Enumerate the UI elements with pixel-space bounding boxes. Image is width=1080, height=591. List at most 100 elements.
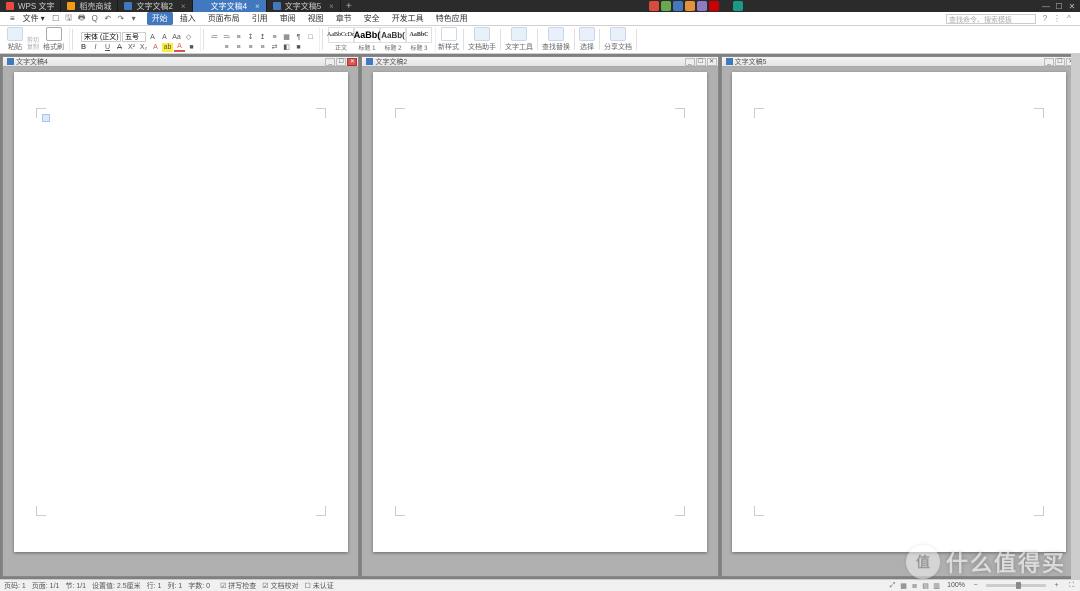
qat-new[interactable]: ☐ bbox=[51, 14, 61, 24]
align-left-button[interactable]: ≡ bbox=[221, 43, 232, 52]
italic-button[interactable]: I bbox=[90, 43, 101, 52]
options-icon[interactable]: ⋮ bbox=[1052, 14, 1062, 24]
ribbon-tab[interactable]: 开发工具 bbox=[387, 12, 429, 25]
view-web-button[interactable]: ▤ bbox=[921, 581, 930, 590]
child-min-button[interactable]: _ bbox=[685, 58, 695, 66]
help-icon[interactable]: ? bbox=[1040, 14, 1050, 24]
cut-button[interactable]: 剪切 bbox=[27, 38, 39, 45]
status-item[interactable]: 设置值: 2.5厘米 bbox=[92, 581, 141, 591]
borders-button[interactable]: ▦ bbox=[281, 33, 292, 42]
page-canvas[interactable] bbox=[362, 67, 717, 576]
share-doc-button[interactable]: 分享文档 bbox=[602, 27, 634, 52]
view-print-layout-button[interactable]: ▦ bbox=[899, 581, 908, 590]
qat-redo[interactable]: ↷ bbox=[116, 14, 126, 24]
qat-more[interactable]: ▾ bbox=[129, 14, 139, 24]
file-menu[interactable]: 文件 ▾ bbox=[19, 13, 49, 24]
document-page[interactable] bbox=[14, 72, 348, 552]
child-close-button[interactable]: ✕ bbox=[707, 58, 717, 66]
qat-print[interactable]: 🖶 bbox=[77, 14, 87, 24]
numbering-button[interactable]: ≕ bbox=[221, 33, 232, 42]
style-box[interactable]: AaBb( bbox=[354, 27, 380, 43]
underline-button[interactable]: U bbox=[102, 43, 113, 52]
multilevel-button[interactable]: ≡ bbox=[233, 33, 244, 42]
align-center-button[interactable]: ≡ bbox=[233, 43, 244, 52]
align-right-button[interactable]: ≡ bbox=[245, 43, 256, 52]
superscript-button[interactable]: X² bbox=[126, 43, 137, 52]
increase-indent-button[interactable]: ↥ bbox=[257, 33, 268, 42]
zoom-in-button[interactable]: + bbox=[1052, 581, 1061, 590]
collapse-ribbon-icon[interactable]: ^ bbox=[1064, 14, 1074, 24]
font-size-select[interactable]: 五号 bbox=[122, 32, 146, 42]
strike-button[interactable]: A bbox=[114, 43, 125, 52]
child-min-button[interactable]: _ bbox=[325, 58, 335, 66]
hamburger-icon[interactable]: ≡ bbox=[6, 14, 19, 23]
text-tools-button[interactable]: 文字工具 bbox=[503, 27, 535, 52]
subscript-button[interactable]: X₂ bbox=[138, 43, 149, 52]
child-title-bar[interactable]: 文字文稿5_☐✕ bbox=[722, 57, 1077, 67]
paste-button[interactable]: 粘贴 bbox=[5, 27, 25, 52]
status-item[interactable]: 列: 1 bbox=[167, 581, 182, 591]
text-effect-button[interactable]: A bbox=[150, 43, 161, 52]
view-reading-button[interactable]: ▥ bbox=[932, 581, 941, 590]
zoom-slider[interactable] bbox=[986, 584, 1046, 587]
child-title-bar[interactable]: 文字文稿4_☐✕ bbox=[3, 57, 358, 67]
document-tab[interactable]: 文字文稿4× bbox=[193, 0, 267, 12]
status-item[interactable]: 页码: 1 bbox=[4, 581, 26, 591]
bullets-button[interactable]: ≔ bbox=[209, 33, 220, 42]
ribbon-tab[interactable]: 章节 bbox=[331, 12, 357, 25]
tray2-icon[interactable] bbox=[733, 1, 743, 11]
window-minimize[interactable]: — bbox=[1040, 1, 1052, 11]
child-close-button[interactable]: ✕ bbox=[347, 58, 357, 66]
clear-format-button[interactable]: ◇ bbox=[183, 33, 194, 42]
grow-font-button[interactable]: A bbox=[147, 33, 158, 42]
status-toggle[interactable]: ☐ 未认证 bbox=[305, 581, 334, 591]
ribbon-tab[interactable]: 特色应用 bbox=[431, 12, 473, 25]
vertical-scrollbar[interactable] bbox=[1071, 54, 1080, 579]
document-tab[interactable]: 稻壳商城 bbox=[61, 0, 118, 12]
document-page[interactable] bbox=[373, 72, 707, 552]
decrease-indent-button[interactable]: ↧ bbox=[245, 33, 256, 42]
page-canvas[interactable] bbox=[3, 67, 358, 576]
status-item[interactable]: 字数: 0 bbox=[188, 581, 210, 591]
status-item[interactable]: 行: 1 bbox=[147, 581, 162, 591]
ribbon-tab[interactable]: 引用 bbox=[247, 12, 273, 25]
add-tab-button[interactable]: + bbox=[341, 0, 357, 12]
status-toggle[interactable]: ☑ 文档校对 bbox=[262, 581, 298, 591]
window-maximize[interactable]: ☐ bbox=[1053, 1, 1065, 11]
network-icon[interactable] bbox=[697, 1, 707, 11]
child-max-button[interactable]: ☐ bbox=[1055, 58, 1065, 66]
child-max-button[interactable]: ☐ bbox=[336, 58, 346, 66]
qat-undo[interactable]: ↶ bbox=[103, 14, 113, 24]
shading-button[interactable]: ■ bbox=[186, 43, 197, 52]
zoom-out-button[interactable]: − bbox=[971, 581, 980, 590]
indent-button[interactable]: ◧ bbox=[281, 43, 292, 52]
ribbon-tab[interactable]: 插入 bbox=[175, 12, 201, 25]
view-fullscreen-button[interactable]: ⤢ bbox=[888, 581, 897, 590]
status-toggle[interactable]: ☑ 拼写检查 bbox=[220, 581, 256, 591]
select-button[interactable]: 选择 bbox=[577, 27, 597, 52]
show-marks-button[interactable]: ¶ bbox=[293, 33, 304, 42]
ribbon-tab[interactable]: 视图 bbox=[303, 12, 329, 25]
sound-icon[interactable] bbox=[709, 1, 719, 11]
tray1-icon[interactable] bbox=[721, 1, 731, 11]
fullscreen-button[interactable]: ⛶ bbox=[1067, 581, 1076, 590]
ribbon-tab[interactable]: 安全 bbox=[359, 12, 385, 25]
command-search-input[interactable]: 查找命令、搜索模板 bbox=[946, 14, 1036, 24]
ribbon-tab[interactable]: 页面布局 bbox=[203, 12, 245, 25]
page-canvas[interactable] bbox=[722, 67, 1077, 576]
close-tab-button[interactable]: × bbox=[255, 2, 260, 11]
status-item[interactable]: 节: 1/1 bbox=[65, 581, 86, 591]
qat-preview[interactable]: Q bbox=[90, 14, 100, 24]
style-box[interactable]: AaBbC bbox=[406, 27, 432, 43]
ribbon-tab[interactable]: 审阅 bbox=[275, 12, 301, 25]
close-tab-button[interactable]: × bbox=[329, 2, 334, 11]
distribute-button[interactable]: ⇄ bbox=[269, 43, 280, 52]
window-close[interactable]: ✕ bbox=[1066, 1, 1078, 11]
shrink-font-button[interactable]: A bbox=[159, 33, 170, 42]
line-spacing-button[interactable]: ≡ bbox=[269, 33, 280, 42]
task-pane-button[interactable]: □ bbox=[305, 33, 316, 42]
document-tab[interactable]: WPS 文字 bbox=[0, 0, 61, 12]
style-box[interactable]: AaBbCcDd bbox=[328, 27, 354, 43]
document-page[interactable] bbox=[732, 72, 1066, 552]
copy-button[interactable]: 复制 bbox=[27, 45, 39, 52]
